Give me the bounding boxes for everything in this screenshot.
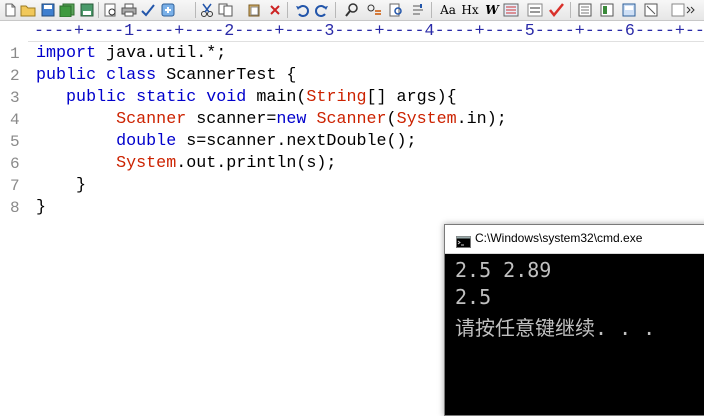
search-icon[interactable] — [344, 2, 360, 18]
save-all-icon[interactable] — [59, 2, 75, 18]
line-number: 5 — [10, 133, 20, 151]
line-number: 7 — [10, 177, 20, 195]
abc-icon[interactable] — [527, 2, 543, 18]
line-number: 2 — [10, 67, 20, 85]
cmd-title-bar[interactable]: C:\Windows\system32\cmd.exe — [445, 225, 704, 254]
cmd-window[interactable]: C:\Windows\system32\cmd.exe 2.5 2.89 2.5 请… — [444, 224, 704, 416]
code-text: ( — [386, 110, 397, 129]
code-line: public static void main(String[] args){ — [36, 87, 457, 109]
cmd-output[interactable]: 2.5 2.89 2.5 请按任意键继续. . . — [445, 254, 704, 414]
code-text: s=scanner.nextDouble(); — [176, 132, 417, 151]
code-text: [] args){ — [366, 88, 457, 107]
save-icon[interactable] — [40, 2, 56, 18]
code-keyword: class — [106, 66, 157, 85]
code-type: Scanner — [316, 110, 387, 129]
code-line: System.out.println(s); — [36, 153, 336, 175]
cmd-output-line: 2.5 2.89 — [455, 258, 552, 282]
hex-icon[interactable]: Hx — [461, 2, 479, 18]
code-line: import java.util.*; — [36, 43, 226, 65]
code-keyword: import — [36, 44, 97, 63]
window-b-icon[interactable] — [599, 2, 615, 18]
toolbar-separator — [335, 2, 336, 18]
ruler-marks: ----+----1----+----2----+----3----+----4… — [34, 22, 704, 41]
code-line: } — [36, 197, 46, 219]
print-icon[interactable] — [121, 2, 137, 18]
code-line: Scanner scanner=new Scanner(System.in); — [36, 109, 507, 131]
line-number: 3 — [10, 89, 20, 107]
find-in-files-icon[interactable] — [388, 2, 404, 18]
toolbar-separator — [570, 2, 571, 18]
line-number: 1 — [10, 45, 20, 63]
line-number-gutter: 1 2 3 4 5 6 7 8 — [0, 43, 28, 404]
paste-icon[interactable] — [246, 2, 262, 18]
replace-icon[interactable] — [366, 2, 382, 18]
code-line: } — [36, 175, 86, 197]
line-number: 6 — [10, 155, 20, 173]
code-text: main( — [246, 88, 307, 107]
toolbar-separator — [287, 2, 288, 18]
code-text: scanner= — [186, 110, 277, 129]
new-file-icon[interactable] — [2, 2, 18, 18]
go-to-icon[interactable] — [410, 2, 426, 18]
cmd-title: C:\Windows\system32\cmd.exe — [475, 231, 643, 245]
toolbar-overflow-icon[interactable] — [668, 2, 698, 18]
cmd-output-line: 请按任意键继续. . . — [455, 316, 656, 340]
code-type: System — [116, 154, 177, 173]
toolbar: Aa Hx W — [0, 0, 704, 21]
code-keyword: new — [276, 110, 307, 129]
line-numbers-icon[interactable] — [503, 2, 519, 18]
code-text: .out.println(s); — [176, 154, 337, 173]
toolbar-separator — [431, 2, 432, 18]
check-icon[interactable] — [548, 2, 564, 18]
open-folder-icon[interactable] — [20, 2, 36, 18]
code-text: } — [36, 176, 87, 195]
code-keyword: static — [136, 88, 197, 107]
save-copy-icon[interactable] — [79, 2, 95, 18]
spell-check-icon[interactable] — [140, 2, 156, 18]
code-keyword: public — [66, 88, 127, 107]
print-preview-icon[interactable] — [102, 2, 118, 18]
gear-icon[interactable] — [160, 2, 176, 18]
code-text: ScannerTest { — [156, 66, 297, 85]
code-type: System — [396, 110, 457, 129]
cmd-icon — [456, 233, 471, 248]
font-icon[interactable]: Aa — [439, 2, 457, 18]
toolbar-separator — [98, 2, 99, 18]
cmd-output-line: 2.5 — [455, 285, 492, 309]
window-c-icon[interactable] — [621, 2, 637, 18]
redo-icon[interactable] — [314, 2, 330, 18]
undo-icon[interactable] — [294, 2, 310, 18]
delete-icon[interactable] — [267, 2, 283, 18]
word-wrap-icon[interactable]: W — [484, 2, 500, 18]
code-keyword: void — [206, 88, 247, 107]
toolbar-separator — [195, 2, 196, 18]
code-line: public class ScannerTest { — [36, 65, 296, 87]
code-keyword: double — [116, 132, 177, 151]
window-d-icon[interactable] — [643, 2, 659, 18]
code-text: java.util.*; — [96, 44, 227, 63]
code-text: .in); — [456, 110, 507, 129]
column-ruler: ----+----1----+----2----+----3----+----4… — [28, 21, 704, 42]
copy-icon[interactable] — [218, 2, 234, 18]
code-type: Scanner — [116, 110, 187, 129]
cut-icon[interactable] — [199, 2, 215, 18]
code-type: String — [306, 88, 367, 107]
code-text: } — [36, 198, 47, 217]
code-line: double s=scanner.nextDouble(); — [36, 131, 417, 153]
line-number: 8 — [10, 199, 20, 217]
line-number: 4 — [10, 111, 20, 129]
window-a-icon[interactable] — [577, 2, 593, 18]
code-keyword: public — [36, 66, 97, 85]
